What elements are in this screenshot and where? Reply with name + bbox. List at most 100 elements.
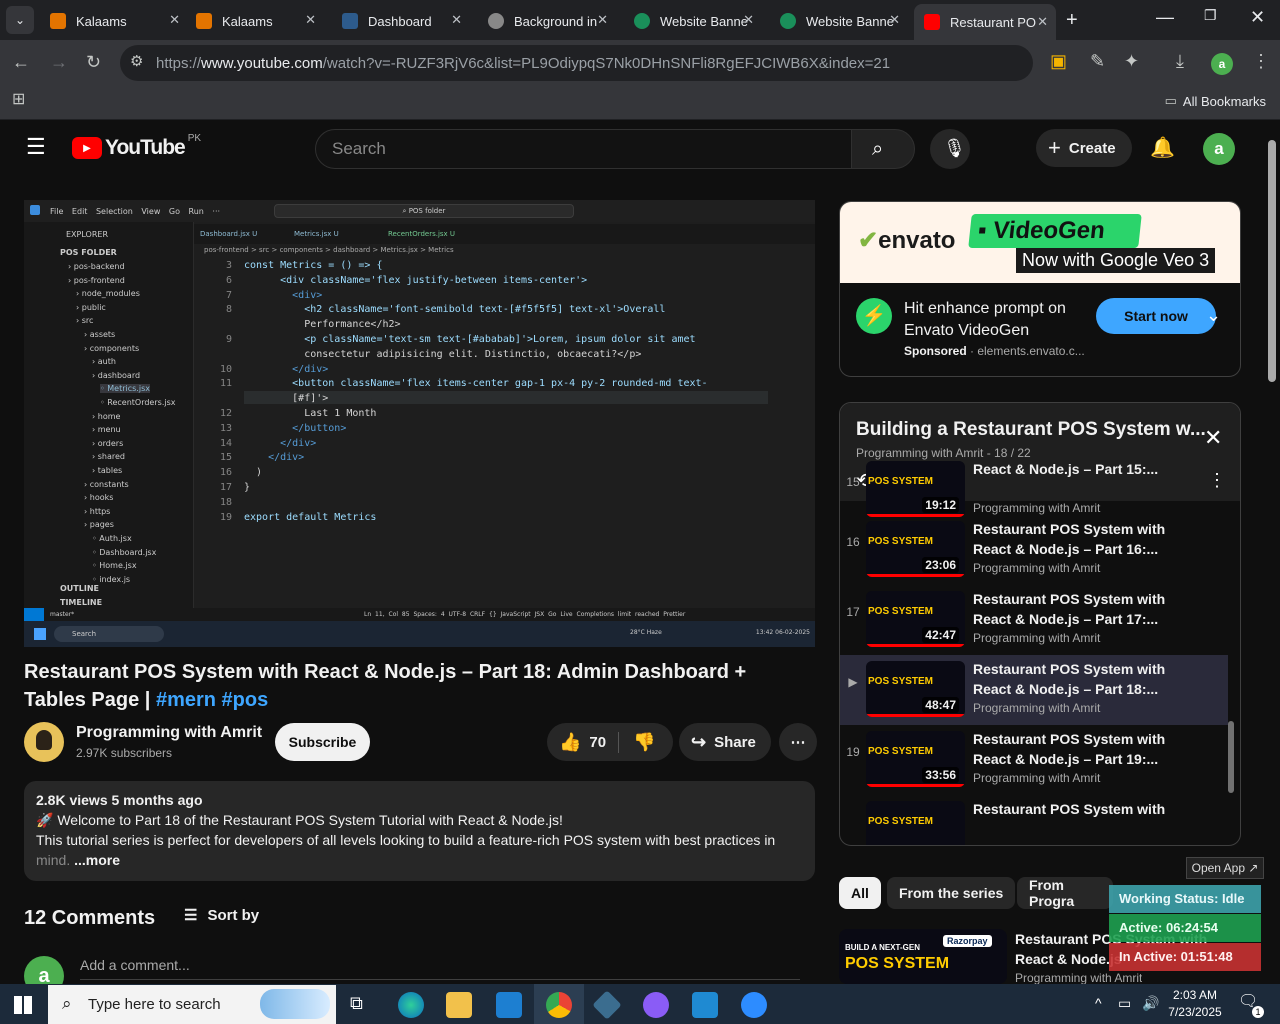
browser-tab[interactable]: Kalaams ✕ [40,6,180,36]
back-arrow-icon[interactable]: ← [12,53,30,71]
tray-chevron-icon[interactable]: ^ [1095,996,1102,1010]
playlist-title[interactable]: Building a Restaurant POS System w... [856,419,1206,441]
tree-item[interactable]: › home [92,412,120,421]
task-view-icon[interactable]: ⧉ [350,994,363,1012]
voice-search-button[interactable]: 🎙 [930,129,970,169]
chip-all[interactable]: All [839,877,881,909]
tree-item[interactable]: › src [76,316,93,325]
sort-by-button[interactable]: ☰ Sort by [184,906,259,925]
tab-close-icon[interactable]: ✕ [889,12,900,28]
tab-list-button[interactable]: ⌄ [6,6,34,34]
browser-tab[interactable]: Background in ✕ [478,6,608,36]
tree-item[interactable]: › https [84,507,110,516]
playlist-item[interactable]: 17 POS SYSTEM 42:47 Restaurant POS System w… [840,585,1228,655]
tree-item[interactable]: ◦ RecentOrders.jsx [100,398,175,407]
new-tab-plus-icon[interactable]: + [1066,10,1078,30]
ad-expand-chevron-icon[interactable]: ⌄ [1206,306,1221,324]
file-explorer-icon[interactable] [446,992,472,1018]
browser-tab[interactable]: Kalaams ✕ [186,6,316,36]
tree-item[interactable]: › dashboard [92,371,140,380]
browser-tab-active[interactable]: Restaurant PO ✕ [914,4,1056,40]
browser-tab[interactable]: Website Banne ✕ [770,6,900,36]
search-button[interactable]: ⌕ [851,129,915,169]
tree-item[interactable]: › public [76,303,106,312]
extension-icon[interactable]: ▣ [1050,52,1067,70]
tree-item[interactable]: › auth [92,357,116,366]
tree-item[interactable]: ◦ Home.jsx [92,561,137,570]
search-input[interactable]: Search [315,129,852,169]
minimize-icon[interactable]: — [1156,8,1174,26]
tree-item[interactable]: › node_modules [76,289,140,298]
playlist-scrollbar-thumb[interactable] [1228,721,1234,793]
network-icon[interactable]: ▭ [1118,996,1131,1010]
tree-item[interactable]: › menu [92,425,121,434]
taskbar-clock[interactable]: 2:03 AM 7/23/2025 [1164,987,1226,1021]
store-icon[interactable] [496,992,522,1018]
tree-item[interactable]: › shared [92,452,125,461]
download-icon[interactable]: ⤓ [1176,52,1184,70]
vscode-icon[interactable] [692,992,718,1018]
tree-item[interactable]: › pos-frontend [68,276,125,285]
zoom-icon[interactable] [741,992,767,1018]
show-more-link[interactable]: ...more [74,852,120,868]
dislike-button[interactable]: 👎 [619,732,655,753]
more-menu-icon[interactable]: ⋮ [1252,52,1270,70]
browser-tab[interactable]: Dashboard ✕ [332,6,462,36]
profile-avatar[interactable]: a [1211,53,1233,75]
video-description[interactable]: 2.8K views 5 months ago 🚀 Welcome to Par… [24,781,815,881]
tree-item[interactable]: › orders [92,439,123,448]
puzzle-extensions-icon[interactable]: ✦ [1124,52,1139,70]
edge-icon[interactable] [398,992,424,1018]
playlist-item[interactable]: 16 POS SYSTEM 23:06 Restaurant POS System w… [840,515,1228,585]
chip-from-the-series[interactable]: From the series [887,877,1016,909]
more-actions-button[interactable]: ⋯ [779,723,817,761]
restore-icon[interactable]: ❐ [1204,8,1217,22]
tab-close-icon[interactable]: ✕ [743,12,754,28]
channel-name[interactable]: Programming with Amrit [76,724,262,742]
tree-item[interactable]: › assets [84,330,115,339]
tree-item[interactable]: › tables [92,466,122,475]
url-bar[interactable]: ⚙ https://www.youtube.com/watch?v=-RUZF3… [120,45,1033,81]
tab-close-icon[interactable]: ✕ [597,12,608,28]
tree-item[interactable]: ◦ Metrics.jsx [100,384,150,394]
tab-close-icon[interactable]: ✕ [451,12,462,28]
browser-tab[interactable]: Website Banne ✕ [624,6,754,36]
tab-close-icon[interactable]: ✕ [169,12,180,28]
open-app-button[interactable]: Open App ↗ [1186,857,1264,879]
windows-start-icon[interactable] [14,996,32,1014]
video-player[interactable]: File Edit Selection View Go Run ··· ⌕ PO… [24,200,815,647]
site-info-icon[interactable]: ⚙ [130,54,143,69]
chip-from-programming[interactable]: From Progra [1017,877,1113,909]
page-scrollbar-thumb[interactable] [1268,140,1276,382]
tree-item[interactable]: › hooks [84,493,113,502]
playlist-item[interactable]: POS SYSTEM Restaurant POS System with [840,795,1228,845]
like-button[interactable]: 👍 70 [547,731,619,753]
tab-close-icon[interactable]: ✕ [1037,14,1048,30]
reload-icon[interactable]: ↻ [86,53,101,71]
share-button[interactable]: ↪ Share [679,723,771,761]
forward-arrow-icon[interactable]: → [50,53,68,71]
video-hashtags[interactable]: #mern #pos [156,689,268,711]
sponsored-ad[interactable]: ✔envato ▪ VideoGen Now with Google Veo 3… [839,201,1241,377]
notifications-bell-icon[interactable]: 🔔 [1150,138,1175,158]
related-video-thumbnail[interactable]: BUILD A NEXT-GEN POS SYSTEM Razorpay [839,929,1007,984]
account-avatar[interactable]: a [1203,133,1235,165]
playlist-item[interactable]: 19 POS SYSTEM 33:56 Restaurant POS System w… [840,725,1228,795]
pen-extension-icon[interactable]: ✎ [1090,52,1105,70]
ad-cta-button[interactable]: Start now [1096,298,1216,334]
close-window-icon[interactable]: ✕ [1250,8,1265,26]
channel-avatar[interactable] [24,722,64,762]
tree-item[interactable]: ◦ index.js [92,575,130,584]
tree-item[interactable]: ◦ Dashboard.jsx [92,548,156,557]
tree-item[interactable]: › components [84,344,139,353]
subscribe-button[interactable]: Subscribe [275,723,370,761]
tree-item[interactable]: ◦ Auth.jsx [92,534,132,543]
hamburger-menu-icon[interactable]: ☰ [26,136,46,158]
tab-close-icon[interactable]: ✕ [305,12,316,28]
tree-item[interactable]: › pages [84,520,114,529]
volume-icon[interactable]: 🔊 [1142,996,1159,1010]
chrome-icon[interactable] [546,992,572,1018]
github-icon[interactable] [643,992,669,1018]
add-comment-input[interactable]: Add a comment... [80,957,800,980]
playlist-item[interactable]: ▶ POS SYSTEM 48:47 Restaurant POS System wi… [840,655,1228,725]
